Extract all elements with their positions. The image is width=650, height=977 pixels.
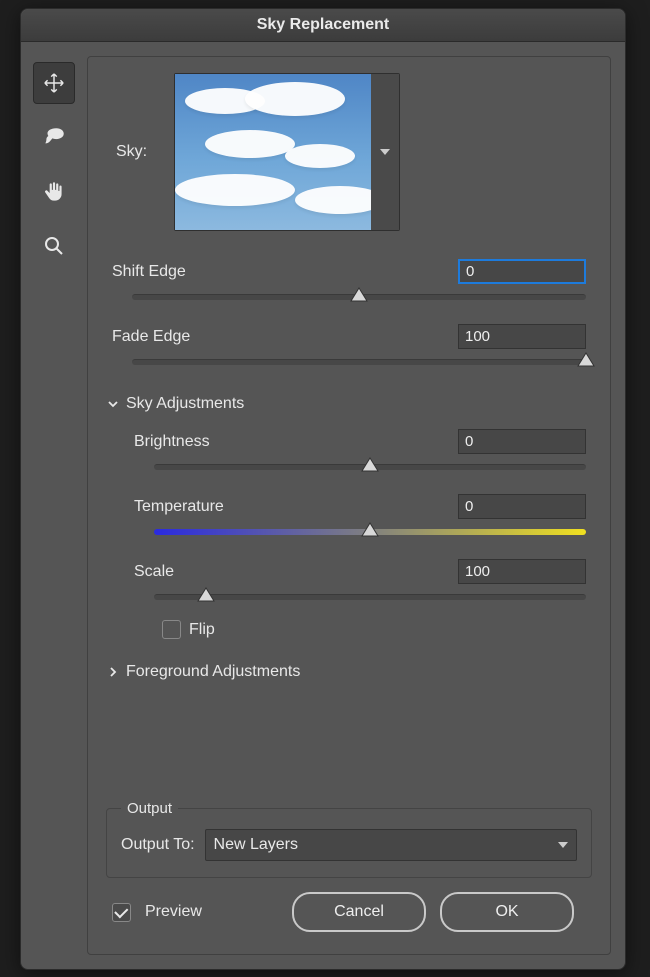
temperature-slider[interactable] (154, 523, 586, 539)
sky-adjustments-header[interactable]: Sky Adjustments (106, 389, 592, 419)
sky-label: Sky: (116, 143, 156, 161)
output-to-value: New Layers (214, 836, 298, 854)
brightness-slider[interactable] (154, 458, 586, 474)
sky-thumbnail (175, 74, 371, 230)
move-tool-icon (43, 72, 65, 94)
sky-picker[interactable] (174, 73, 400, 231)
temperature-input[interactable] (458, 494, 586, 519)
output-to-select[interactable]: New Layers (205, 829, 577, 861)
hand-tool-button[interactable] (34, 172, 74, 212)
shift-edge-label: Shift Edge (112, 263, 186, 281)
brush-tool-icon (41, 125, 67, 151)
fade-edge-input[interactable] (458, 324, 586, 349)
preview-checkbox[interactable] (112, 903, 131, 922)
scale-input[interactable] (458, 559, 586, 584)
left-toolbar (31, 56, 77, 955)
scale-slider[interactable] (154, 588, 586, 604)
output-fieldset: Output Output To: New Layers (106, 800, 592, 878)
cancel-button[interactable]: Cancel (292, 892, 426, 932)
hand-tool-icon (41, 179, 67, 205)
chevron-down-icon (106, 398, 120, 410)
flip-checkbox[interactable] (162, 620, 181, 639)
brightness-input[interactable] (458, 429, 586, 454)
chevron-down-icon (380, 149, 390, 155)
ok-button[interactable]: OK (440, 892, 574, 932)
chevron-down-icon (558, 842, 568, 848)
dialog-content: Sky: Shift Edge (87, 56, 611, 955)
fade-edge-slider[interactable] (132, 353, 586, 369)
shift-edge-input[interactable] (458, 259, 586, 284)
chevron-right-icon (106, 666, 120, 678)
cancel-button-label: Cancel (334, 903, 384, 921)
sky-replacement-dialog: Sky Replacement (20, 8, 626, 970)
foreground-adjustments-header[interactable]: Foreground Adjustments (106, 657, 592, 687)
brightness-label: Brightness (134, 433, 210, 451)
output-legend: Output (121, 800, 178, 817)
zoom-tool-icon (42, 234, 66, 258)
flip-label: Flip (189, 621, 215, 639)
ok-button-label: OK (495, 903, 518, 921)
preview-label: Preview (145, 903, 202, 921)
sky-picker-caret[interactable] (371, 74, 399, 230)
zoom-tool-button[interactable] (34, 226, 74, 266)
shift-edge-slider[interactable] (132, 288, 586, 304)
temperature-label: Temperature (134, 498, 224, 516)
output-to-label: Output To: (121, 836, 195, 854)
scale-label: Scale (134, 563, 174, 581)
fade-edge-label: Fade Edge (112, 328, 190, 346)
foreground-adjustments-label: Foreground Adjustments (126, 663, 300, 681)
brush-tool-button[interactable] (34, 118, 74, 158)
sky-adjustments-label: Sky Adjustments (126, 395, 244, 413)
titlebar[interactable]: Sky Replacement (21, 9, 625, 42)
dialog-title: Sky Replacement (257, 16, 390, 34)
move-tool-button[interactable] (33, 62, 75, 104)
